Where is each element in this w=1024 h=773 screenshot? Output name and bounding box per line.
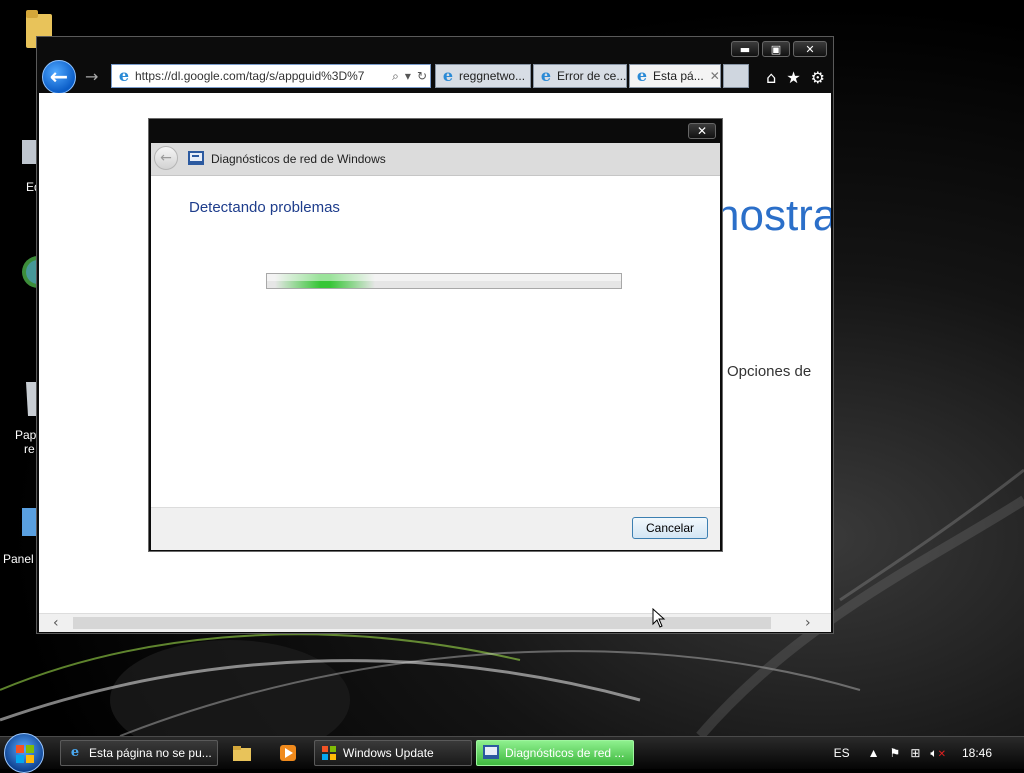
dialog-body: ← Diagnósticos de red de Windows Detecta…	[151, 143, 720, 550]
dialog-close-button[interactable]: ✕	[688, 123, 716, 139]
search-icon[interactable]: ⌕	[392, 69, 399, 84]
address-url[interactable]: https://dl.google.com/tag/s/appguid%3D%7	[135, 69, 389, 83]
windows-logo-icon	[16, 745, 34, 763]
taskbar-item-windows-update[interactable]: Windows Update	[314, 740, 472, 766]
desktop-icon-label: Pap	[15, 428, 37, 442]
taskbar-item-ie[interactable]: e Esta página no se pu...	[60, 740, 218, 766]
close-icon: ✕	[805, 42, 815, 56]
arrow-right-icon: →	[85, 67, 99, 86]
page-text: Opciones de	[727, 363, 812, 380]
volume-muted-icon[interactable]: 🔈︎✕	[930, 746, 946, 761]
system-tray: ES ▲ ⚑ ⊞ 🔈︎✕ 18:46	[824, 737, 1024, 769]
dropdown-icon[interactable]: ▾	[405, 69, 411, 83]
progress-bar	[266, 273, 622, 289]
tab-reggnetwork[interactable]: e reggnetwo...	[435, 64, 531, 88]
clock[interactable]: 18:46	[962, 746, 992, 760]
refresh-icon[interactable]: ↻	[417, 69, 427, 83]
ie-icon: e	[70, 745, 80, 760]
favorites-star-icon[interactable]: ★	[786, 68, 800, 87]
back-button[interactable]: ←	[42, 60, 76, 94]
tab-close-icon[interactable]: ✕	[710, 69, 720, 83]
dialog-header: ← Diagnósticos de red de Windows	[151, 143, 720, 176]
page-heading: nostra	[715, 191, 831, 240]
address-bar[interactable]: e https://dl.google.com/tag/s/appguid%3D…	[111, 64, 431, 88]
mouse-cursor-icon	[652, 608, 666, 628]
maximize-button[interactable]: ▣	[762, 41, 790, 57]
media-player-icon[interactable]	[278, 743, 298, 763]
browser-toolbar: ⌂ ★ ⚙	[766, 68, 825, 87]
network-diagnostics-icon	[188, 151, 204, 165]
horizontal-scrollbar[interactable]: ‹ ›	[39, 613, 831, 632]
start-button[interactable]	[4, 733, 44, 773]
taskbar-item-label: Diagnósticos de red ...	[505, 746, 625, 760]
action-center-flag-icon[interactable]: ⚑	[890, 746, 901, 760]
dialog-back-button[interactable]: ←	[154, 146, 178, 170]
arrow-left-icon: ←	[160, 150, 172, 166]
browser-window-controls: ▬ ▣ ✕	[731, 41, 827, 57]
taskbar-item-label: Windows Update	[343, 746, 434, 760]
desktop-icon-recycle-bin[interactable]: Pap re	[14, 378, 38, 460]
navigation-bar: ← → e https://dl.google.com/tag/s/appgui…	[39, 59, 831, 94]
desktop-icon-control-panel[interactable]: Panel	[2, 506, 38, 566]
home-icon[interactable]: ⌂	[766, 68, 776, 87]
taskbar: e Esta página no se pu... Windows Update	[0, 733, 1024, 773]
windows-update-icon	[321, 745, 337, 761]
dialog-title: Diagnósticos de red de Windows	[211, 152, 386, 166]
tab-active-page[interactable]: e Esta pá... ✕	[629, 64, 721, 88]
close-icon: ✕	[696, 124, 708, 138]
taskbar-item-label: Esta página no se pu...	[89, 746, 212, 760]
network-diagnostics-dialog: ✕ ← Diagnósticos de red de Windows Detec…	[148, 118, 723, 552]
scroll-right-icon[interactable]: ›	[805, 615, 811, 631]
minimize-icon: ▬	[739, 42, 751, 56]
tab-error-certificate[interactable]: e Error de ce...	[533, 64, 627, 88]
network-icon[interactable]: ⊞	[910, 746, 920, 760]
ie-icon: e	[118, 66, 130, 85]
new-tab-button[interactable]	[723, 64, 749, 88]
show-hidden-icons-icon[interactable]: ▲	[868, 746, 880, 760]
tab-label: reggnetwo...	[459, 69, 526, 83]
desktop-icon-label: Panel	[3, 552, 34, 566]
file-explorer-icon[interactable]	[232, 743, 252, 763]
maximize-icon: ▣	[770, 42, 782, 56]
progress-sheen	[267, 274, 621, 281]
computer-icon	[22, 140, 36, 164]
language-indicator[interactable]: ES	[834, 746, 850, 760]
tab-label: Esta pá...	[653, 69, 704, 83]
network-diagnostics-icon	[483, 745, 499, 761]
ie-icon: e	[636, 66, 648, 85]
tab-label: Error de ce...	[557, 69, 627, 83]
dialog-footer: Cancelar	[151, 507, 720, 550]
scroll-left-icon[interactable]: ‹	[53, 615, 59, 631]
ie-icon: e	[442, 66, 454, 85]
scrollbar-thumb[interactable]	[73, 617, 771, 629]
dialog-heading: Detectando problemas	[189, 199, 340, 216]
arrow-left-icon: ←	[49, 64, 69, 90]
desktop-icon-label: re	[24, 442, 35, 456]
close-button[interactable]: ✕	[793, 41, 827, 57]
gear-icon[interactable]: ⚙	[811, 68, 825, 87]
minimize-button[interactable]: ▬	[731, 41, 759, 57]
ie-icon: e	[540, 66, 552, 85]
forward-button[interactable]: →	[85, 67, 98, 86]
taskbar-item-network-diagnostics[interactable]: Diagnósticos de red ...	[476, 740, 634, 766]
cancel-button[interactable]: Cancelar	[632, 517, 708, 539]
